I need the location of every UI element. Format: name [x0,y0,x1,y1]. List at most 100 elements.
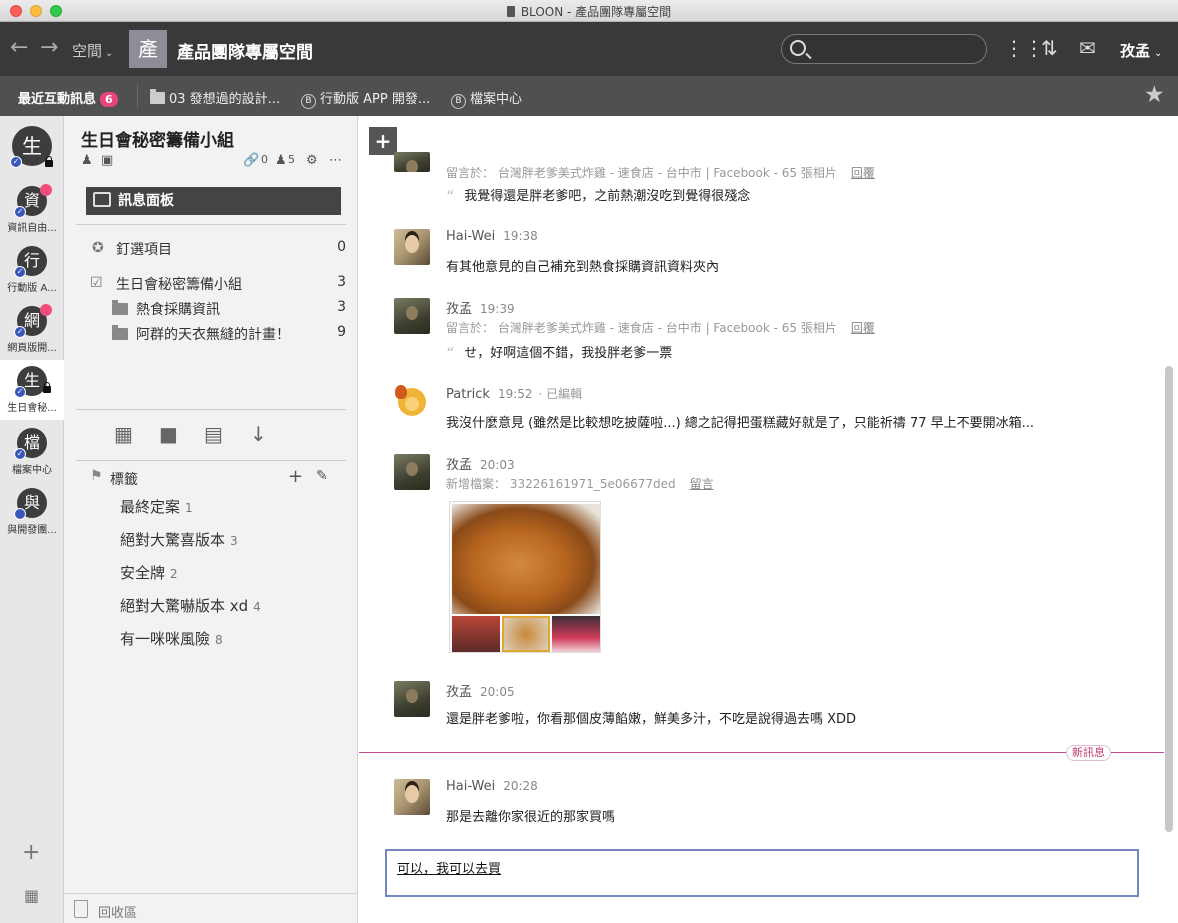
timestamp: 19:38 [503,229,538,243]
bookmark-item[interactable]: B 檔案中心 [451,88,522,109]
comment-icon[interactable]: ▤ [204,422,223,446]
tag-item[interactable]: 最終定案 1 [120,496,193,517]
space-name[interactable]: 產品團隊專屬空間 [177,38,313,63]
message-board-button[interactable]: 訊息面板 [86,187,341,215]
sort-arrows-icon[interactable]: ⇅ [1041,35,1058,61]
status-dot [14,508,26,520]
avatar[interactable] [394,385,430,421]
avatar[interactable] [394,681,430,717]
message-body: 我沒什麼意見 (雖然是比較想吃披薩啦...) 總之記得把蛋糕藏好就是了，只能祈禱… [446,416,1035,431]
group-root-item[interactable]: ☑ 生日會秘密籌備小組 3 [76,272,346,294]
tag-item[interactable]: 安全牌 2 [120,562,178,583]
reference-link[interactable]: 台灣胖老爹美式炸雞 - 速食店 - 台中市 | Facebook - 65 張相… [498,166,837,180]
tag-item[interactable]: 有一咪咪風險 8 [120,628,223,649]
avatar[interactable] [394,454,430,490]
timestamp: 19:52 [497,387,533,401]
bookmark-bar: 最近互動訊息 6 03 發想過的設計... B 行動版 APP 開發... B 檔案中… [0,76,1178,116]
rail-item[interactable]: 生 ✓ 生日會秘... [0,360,64,420]
footprints-icon[interactable]: ⋮⋮ [1004,35,1044,61]
arrow-right-icon[interactable]: → [40,36,58,60]
reply-link[interactable]: 回覆 [851,166,875,180]
unread-count-badge: 6 [100,92,118,107]
quote-icon: “ [446,344,455,363]
screen-icon[interactable]: ▣ [101,153,113,168]
compose-text[interactable]: 可以，我可以去買 [397,858,501,877]
add-post-button[interactable]: + [369,127,397,155]
reply-link[interactable]: 回覆 [851,321,875,335]
rail-item[interactable]: 資 ✓ 資訊自由... [0,180,64,240]
members-icon[interactable]: ♟ [275,153,287,168]
avatar[interactable] [394,298,430,334]
divider [137,84,138,108]
rail-current-space[interactable]: 生 ✓ [0,116,64,176]
search-input[interactable] [814,38,979,60]
person-icon[interactable]: ♟ [81,153,93,168]
user-menu[interactable]: 孜孟 ⌄ [1120,40,1162,61]
grid-icon[interactable]: ▦ [24,886,39,905]
author-name[interactable]: Hai-Wei [446,779,495,794]
folder-item[interactable]: 熱食採購資訊 3 [76,297,346,319]
gear-icon[interactable]: ⚙ [306,153,318,168]
edited-label: · 已編輯 [538,387,583,401]
bookmark-item[interactable]: 03 發想過的設計... [150,88,280,107]
rail-item[interactable]: 檔 ✓ 檔案中心 [0,422,64,482]
add-tag-icon[interactable]: + [288,466,303,487]
tag-item[interactable]: 絕對大驚喜版本 3 [120,529,238,550]
author-name[interactable]: 孜孟 [446,458,472,473]
file-info: 新增檔案： 33226161971_5e06677ded 留言 [446,477,714,491]
bookmark-item[interactable]: B 行動版 APP 開發... [301,88,430,109]
pin-icon: ✪ [92,240,104,256]
author-name[interactable]: Hai-Wei [446,229,495,244]
image-thumbnail[interactable] [552,616,600,652]
recent-messages-tab[interactable]: 最近互動訊息 6 [18,88,118,107]
message-reference: 留言於： 台灣胖老爹美式炸雞 - 速食店 - 台中市 | Facebook - … [446,321,875,335]
folder-icon [112,300,128,319]
file-name[interactable]: 33226161971_5e06677ded [510,477,676,491]
chevron-down-icon: ⌄ [1154,48,1163,59]
comment-link[interactable]: 留言 [690,477,714,491]
add-space-icon[interactable]: + [22,840,40,865]
envelope-icon[interactable]: ✉ [1079,35,1096,61]
author-name[interactable]: 孜孟 [446,685,472,700]
window-title: BLOON - 產品團隊專屬空間 [0,3,1178,20]
scrollbar-thumb[interactable] [1165,366,1173,832]
folder-icon[interactable]: ■ [159,422,178,446]
arrow-left-icon[interactable]: ← [10,36,28,60]
trash-icon [74,900,88,918]
message-body: “せ，好啊這個不錯，我投胖老爹一票 [446,344,673,363]
avatar[interactable] [394,229,430,265]
link-icon[interactable]: 🔗 [243,153,259,168]
more-icon[interactable]: ⋯ [329,153,342,168]
image-attachment[interactable] [449,501,601,653]
group-meta: ♟ ▣ 🔗 0 ♟ 5 ⚙ ⋯ [81,153,351,169]
new-messages-badge: 新訊息 [1066,745,1111,761]
pinned-items[interactable]: ✪ 釘選項目 0 [76,237,346,259]
message-body: “我覺得還是胖老爹吧，之前熱潮沒吃到覺得很殘念 [446,187,751,206]
rail-item[interactable]: 網 ✓ 網頁版開... [0,300,64,360]
avatar[interactable] [394,152,430,172]
search-box[interactable] [781,34,987,64]
message-body: 那是去離你家很近的那家買嗎 [446,810,616,825]
space-menu[interactable]: 空間 ⌄ [72,40,113,61]
folder-item[interactable]: 阿群的天衣無縫的計畫！ 9 [76,322,346,344]
image-preview[interactable] [452,504,600,614]
space-avatar[interactable]: 產 [129,30,167,68]
message-compose-box[interactable]: 可以，我可以去買 [385,849,1139,897]
message-reference: 留言於： 台灣胖老爹美式炸雞 - 速食店 - 台中市 | Facebook - … [446,166,875,180]
pencil-icon[interactable]: ✎ [316,468,328,484]
author-name[interactable]: 孜孟 [446,302,472,317]
timestamp: 20:03 [480,458,515,472]
recycle-bin[interactable]: 回收區 [64,893,358,923]
image-thumbnail[interactable] [502,616,550,652]
rail-item[interactable]: 與 與開發團... [0,482,64,542]
star-icon[interactable]: ★ [1144,82,1165,108]
avatar[interactable] [394,779,430,815]
grid-view-icon[interactable]: ▦ [114,422,133,446]
reference-link[interactable]: 台灣胖老爹美式炸雞 - 速食店 - 台中市 | Facebook - 65 張相… [498,321,837,335]
group-title: 生日會秘密籌備小組 [81,131,234,151]
author-name[interactable]: Patrick [446,387,490,402]
rail-item[interactable]: 行 ✓ 行動版 A... [0,240,64,300]
download-icon[interactable]: ↓ [250,422,267,446]
tag-item[interactable]: 絕對大驚嚇版本 xd 4 [120,595,261,616]
image-thumbnail[interactable] [452,616,500,652]
